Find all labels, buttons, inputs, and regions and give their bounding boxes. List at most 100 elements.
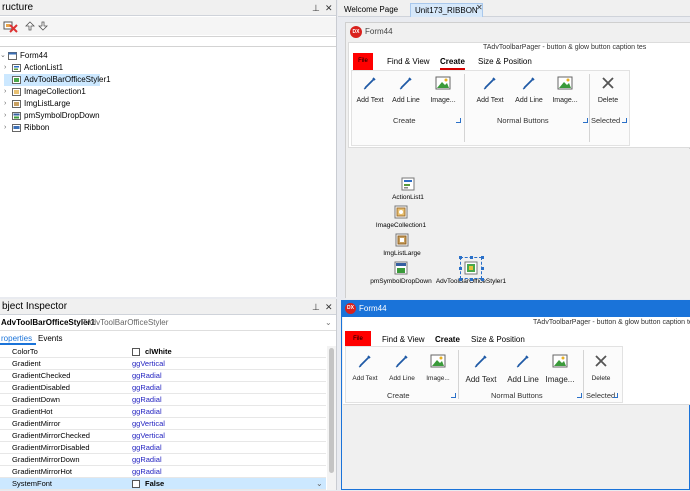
expand-toggle-icon[interactable]: › — [4, 98, 6, 110]
property-row[interactable]: ColorTo clWhite — [0, 346, 326, 358]
ribbon-button[interactable]: Delete — [587, 353, 615, 382]
property-row[interactable]: GradientMirrorHot ggRadial — [0, 466, 326, 478]
dialog-launcher-icon[interactable] — [577, 393, 582, 398]
property-value[interactable]: ggVertical — [132, 358, 165, 370]
ribbon-button[interactable]: Delete — [593, 75, 623, 104]
pin-icon[interactable]: ⊥ — [312, 299, 320, 315]
property-value[interactable]: False — [145, 478, 164, 490]
selection-handle[interactable] — [470, 256, 473, 259]
property-value[interactable]: ggRadial — [132, 370, 162, 382]
ribbon-button[interactable]: Add Text — [471, 75, 509, 104]
ribbon-tab[interactable]: Find & View — [382, 334, 425, 346]
nonvisual-component[interactable]: ImageCollection1 — [368, 205, 434, 229]
tree-item[interactable]: ⌄ Form44 — [0, 50, 336, 62]
property-row[interactable]: GradientChecked ggRadial — [0, 370, 326, 382]
property-value[interactable]: ggRadial — [132, 466, 162, 478]
nonvisual-component[interactable]: ActionList1 — [386, 177, 430, 201]
close-icon[interactable]: ✕ — [325, 299, 333, 315]
object-selector[interactable]: AdvToolBarOfficeStyler1 TAdvToolBarOffic… — [0, 317, 336, 331]
close-icon[interactable]: ✕ — [325, 0, 333, 16]
dialog-launcher-icon[interactable] — [451, 393, 456, 398]
ribbon-button[interactable]: Add Text — [346, 353, 384, 382]
ribbon-button-label: Add Text — [476, 97, 504, 104]
property-row[interactable]: SystemFont False ⌄ — [0, 478, 326, 490]
close-tab-icon[interactable]: ✕ — [476, 3, 483, 12]
ribbon-button[interactable]: Image... — [549, 75, 581, 104]
ribbon-tab[interactable]: Size & Position — [471, 334, 525, 346]
ribbon-tab[interactable]: Size & Position — [478, 56, 532, 68]
nonvisual-component[interactable]: pmSymbolDropDown — [368, 261, 434, 285]
selection-handle[interactable] — [481, 267, 484, 270]
selection-handle[interactable] — [459, 278, 462, 281]
vertical-scrollbar[interactable] — [327, 346, 336, 490]
selection-handle[interactable] — [459, 267, 462, 270]
property-value[interactable]: ggVertical — [132, 418, 165, 430]
ribbon-tab[interactable]: Create — [440, 56, 465, 70]
scrollbar-thumb[interactable] — [329, 348, 334, 473]
tree-item[interactable]: › Ribbon — [4, 122, 336, 134]
move-up-icon[interactable] — [25, 21, 35, 31]
selection-handle[interactable] — [481, 278, 484, 281]
ribbon-button[interactable]: Add Text — [351, 75, 389, 104]
selection-handle[interactable] — [470, 278, 473, 281]
tree-item[interactable]: AdvToolBarOfficeStyler1 — [4, 74, 111, 86]
tab-properties[interactable]: roperties — [0, 333, 37, 345]
expand-toggle-icon[interactable]: › — [4, 62, 6, 74]
property-value[interactable]: ggRadial — [132, 394, 162, 406]
expand-toggle-icon[interactable]: › — [4, 86, 6, 98]
tab-welcome-page[interactable]: Welcome Page — [340, 3, 402, 17]
pin-icon[interactable]: ⊥ — [312, 0, 320, 16]
ribbon-button[interactable]: Add Line — [383, 353, 421, 382]
expand-toggle-icon[interactable]: › — [4, 110, 6, 122]
chevron-down-icon[interactable]: ⌄ — [325, 318, 332, 327]
dialog-launcher-icon[interactable] — [583, 118, 588, 123]
tree-item[interactable]: › ImgListLarge — [4, 98, 336, 110]
selection-handle[interactable] — [481, 256, 484, 259]
tab-unit173-ribbon[interactable]: Unit173_RIBBON — [410, 3, 483, 17]
dialog-launcher-icon[interactable] — [456, 118, 461, 123]
property-row[interactable]: GradientDisabled ggRadial — [0, 382, 326, 394]
object-inspector-panel: bject Inspector ⊥ ✕ AdvToolBarOfficeStyl… — [0, 299, 337, 490]
property-value[interactable]: ggRadial — [132, 382, 162, 394]
ribbon-button[interactable]: Add Line — [503, 353, 543, 384]
nonvisual-component[interactable]: AdvToolBarOfficeStyler1 — [429, 256, 513, 285]
ribbon-button[interactable]: Image... — [427, 75, 459, 104]
property-row[interactable]: GradientMirrorDown ggRadial — [0, 454, 326, 466]
property-row[interactable]: GradientMirrorChecked ggVertical — [0, 430, 326, 442]
tab-events[interactable]: Events — [38, 333, 62, 345]
property-row[interactable]: GradientDown ggRadial — [0, 394, 326, 406]
ribbon-button[interactable]: Add Text — [461, 353, 501, 384]
dialog-launcher-icon[interactable] — [622, 118, 627, 123]
checkbox[interactable] — [132, 348, 140, 356]
ribbon-button-label: Image... — [545, 375, 575, 384]
tree-item[interactable]: › ImageCollection1 — [4, 86, 336, 98]
ribbon-button[interactable]: Add Line — [510, 75, 548, 104]
designer-ribbon: TAdvToolbarPager - button & glow button … — [348, 42, 690, 148]
property-value[interactable]: ggRadial — [132, 406, 162, 418]
ribbon-button[interactable]: Image... — [423, 353, 453, 382]
structure-search-input[interactable] — [0, 36, 336, 47]
dialog-launcher-icon[interactable] — [613, 393, 618, 398]
property-row[interactable]: GradientMirrorDisabled ggRadial — [0, 442, 326, 454]
property-row[interactable]: GradientMirror ggVertical — [0, 418, 326, 430]
tree-item[interactable]: › ActionList1 — [4, 62, 336, 74]
property-value[interactable]: clWhite — [145, 346, 172, 358]
property-row[interactable]: Gradient ggVertical — [0, 358, 326, 370]
tree-item[interactable]: › pmSymbolDropDown — [4, 110, 336, 122]
ribbon-button[interactable]: Image... — [543, 353, 577, 384]
delete-icon[interactable] — [9, 24, 19, 34]
dropdown-arrow-icon[interactable]: ⌄ — [316, 478, 323, 490]
checkbox[interactable] — [132, 480, 140, 488]
ribbon-button[interactable]: Add Line — [387, 75, 425, 104]
selection-handle[interactable] — [459, 256, 462, 259]
ribbon-tab[interactable]: Find & View — [387, 56, 430, 68]
expand-toggle-icon[interactable]: › — [4, 122, 6, 134]
expand-toggle-icon[interactable]: ⌄ — [0, 50, 6, 62]
property-value[interactable]: ggRadial — [132, 454, 162, 466]
move-down-icon[interactable] — [38, 21, 48, 31]
property-value[interactable]: ggRadial — [132, 442, 162, 454]
ribbon-tab-file[interactable]: File — [353, 53, 373, 70]
nonvisual-component[interactable]: ImgListLarge — [377, 233, 427, 257]
property-value[interactable]: ggVertical — [132, 430, 165, 442]
property-row[interactable]: GradientHot ggRadial — [0, 406, 326, 418]
